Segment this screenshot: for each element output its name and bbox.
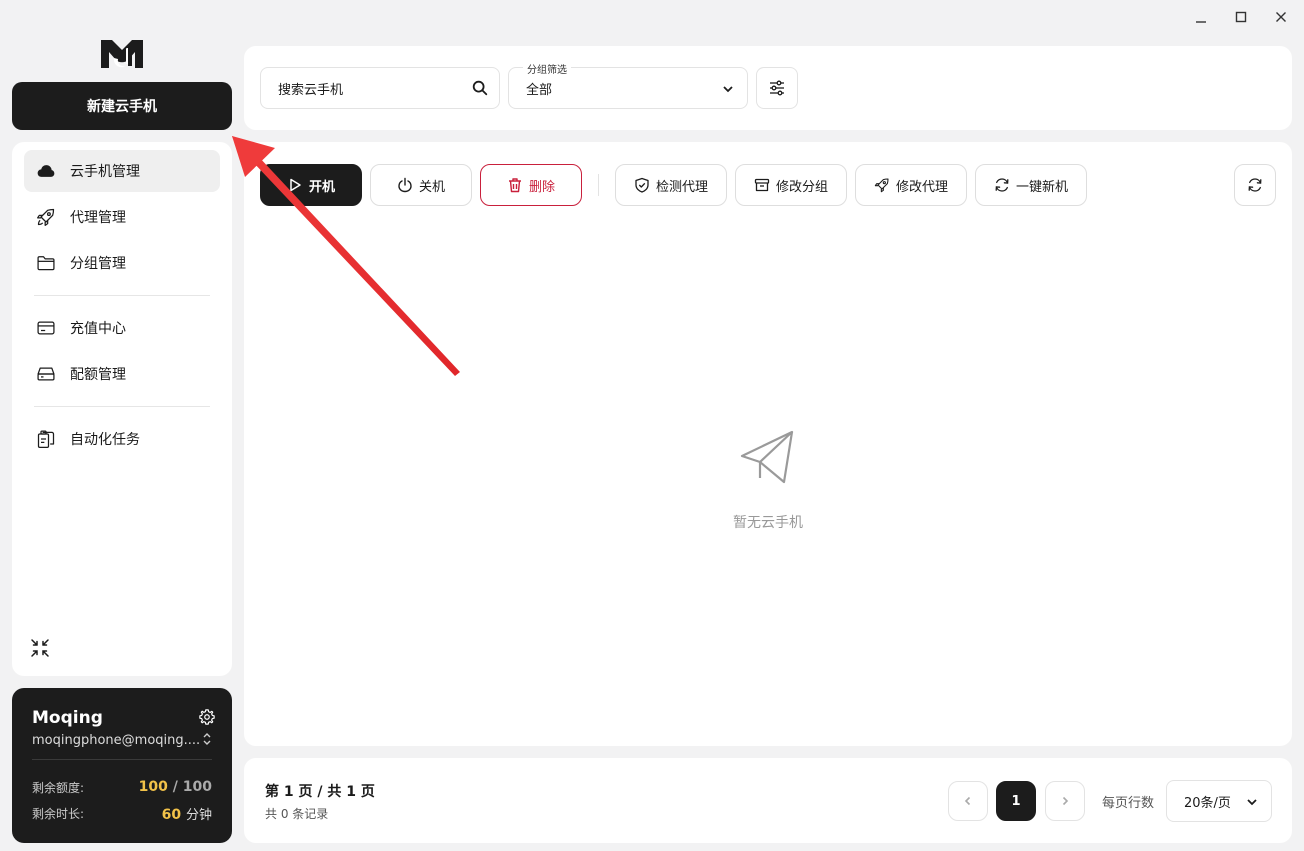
time-label: 剩余时长:	[32, 806, 85, 821]
check-proxy-button[interactable]: 检测代理	[615, 164, 727, 206]
sidebar-item-automation[interactable]: 自动化任务	[24, 418, 220, 460]
search-text: 搜索云手机	[278, 82, 344, 98]
account-name: Moqing	[32, 708, 103, 728]
chevron-left-icon	[964, 796, 971, 806]
delete-label: 删除	[528, 179, 555, 195]
sidebar-item-label: 云手机管理	[70, 164, 140, 180]
start-button[interactable]: 开机	[260, 164, 362, 206]
rows-per-page-label: 每页行数	[1102, 796, 1155, 811]
rocket-icon	[37, 208, 55, 226]
edit-group-label: 修改分组	[775, 179, 828, 195]
shutdown-label: 关机	[418, 179, 445, 195]
sidebar-item-recharge[interactable]: 充值中心	[24, 307, 220, 349]
search-input[interactable]: 搜索云手机	[260, 67, 500, 109]
quota-row: 剩余额度: 100 / 100	[32, 774, 212, 800]
chevron-right-icon	[1062, 796, 1069, 806]
prev-page-button[interactable]	[948, 781, 988, 821]
main-panel: 开机 关机 删除 检测代理 修改分组 修改代理 一键新机 暂无云手机	[244, 142, 1292, 746]
time-row: 剩余时长: 60 分钟	[32, 800, 212, 826]
collapse-sidebar-icon[interactable]	[30, 638, 50, 658]
refresh-button[interactable]	[1234, 164, 1276, 206]
clipboard-icon	[37, 430, 55, 448]
divider	[34, 406, 210, 407]
record-count: 共 0 条记录	[265, 807, 329, 821]
delete-button[interactable]: 删除	[480, 164, 582, 206]
time-unit: 分钟	[185, 807, 212, 823]
close-icon[interactable]	[1272, 8, 1290, 26]
maximize-icon[interactable]	[1232, 8, 1250, 26]
account-switcher[interactable]: moqingphone@moqing....	[32, 732, 212, 749]
one-click-new-label: 一键新机	[1015, 179, 1068, 195]
account-card: Moqing moqingphone@moqing.... 剩余额度: 100 …	[12, 688, 232, 843]
chevron-down-icon	[723, 86, 733, 93]
group-filter-label: 分组筛选	[523, 61, 571, 76]
start-label: 开机	[308, 179, 335, 195]
page-number-button[interactable]: 1	[996, 781, 1036, 821]
rows-per-page-value: 20条/页	[1184, 795, 1231, 811]
window-controls	[1192, 8, 1290, 26]
sidebar-item-quota[interactable]: 配额管理	[24, 353, 220, 395]
group-filter-select[interactable]: 分组筛选 全部	[508, 61, 748, 109]
app-logo	[99, 36, 145, 72]
chevron-up-down-icon	[202, 732, 212, 749]
pagination-bar: 第 1 页 / 共 1 页 共 0 条记录 1 每页行数 20条/页	[244, 758, 1292, 843]
sidebar-item-cloud-phone[interactable]: 云手机管理	[24, 150, 220, 192]
trash-icon	[508, 178, 521, 193]
filter-panel: 搜索云手机 分组筛选 全部	[244, 46, 1292, 130]
advanced-filter-button[interactable]	[756, 67, 798, 109]
paper-plane-icon	[740, 430, 794, 484]
power-icon	[398, 177, 412, 193]
sidebar-item-proxy[interactable]: 代理管理	[24, 196, 220, 238]
quota-separator: /	[167, 779, 183, 795]
sidebar: 云手机管理 代理管理 分组管理 充值中心 配额管理 自动化任务	[12, 142, 232, 676]
next-page-button[interactable]	[1045, 781, 1085, 821]
edit-proxy-button[interactable]: 修改代理	[855, 164, 967, 206]
rows-per-page-select[interactable]: 20条/页	[1166, 780, 1272, 822]
page-info: 第 1 页 / 共 1 页	[265, 784, 375, 800]
shutdown-button[interactable]: 关机	[370, 164, 472, 206]
empty-text: 暂无云手机	[733, 515, 803, 531]
edit-group-button[interactable]: 修改分组	[735, 164, 847, 206]
sidebar-item-label: 配额管理	[70, 367, 126, 383]
refresh-icon	[1248, 178, 1262, 192]
play-icon	[290, 178, 301, 192]
search-icon[interactable]	[471, 79, 489, 97]
settings-gear-icon[interactable]	[198, 708, 216, 726]
new-cloud-phone-button[interactable]: 新建云手机	[12, 82, 232, 130]
folder-icon	[37, 256, 55, 271]
time-remaining: 60	[161, 806, 182, 823]
check-proxy-label: 检测代理	[655, 179, 708, 195]
empty-state: 暂无云手机	[244, 430, 1292, 532]
rocket-icon	[874, 178, 889, 193]
account-email: moqingphone@moqing....	[32, 733, 201, 748]
divider	[32, 759, 212, 760]
server-icon	[37, 367, 55, 381]
sidebar-item-label: 自动化任务	[70, 432, 140, 448]
group-filter-value: 全部	[526, 82, 553, 98]
refresh-icon	[995, 178, 1009, 192]
sliders-icon	[770, 80, 784, 96]
credit-card-icon	[37, 321, 55, 335]
sidebar-item-label: 充值中心	[70, 321, 126, 337]
quota-remaining: 100	[138, 779, 168, 795]
shield-check-icon	[635, 177, 649, 193]
divider	[34, 295, 210, 296]
archive-icon	[754, 178, 770, 192]
sidebar-item-label: 代理管理	[70, 210, 126, 226]
sidebar-item-group[interactable]: 分组管理	[24, 242, 220, 284]
edit-proxy-label: 修改代理	[895, 179, 948, 195]
one-click-new-button[interactable]: 一键新机	[975, 164, 1087, 206]
chevron-down-icon	[1247, 799, 1257, 806]
minimize-icon[interactable]	[1192, 8, 1210, 26]
quota-total: 100	[182, 779, 212, 795]
sidebar-item-label: 分组管理	[70, 256, 126, 272]
cloud-icon	[37, 165, 55, 177]
quota-label: 剩余额度:	[32, 780, 85, 795]
toolbar-divider	[598, 174, 599, 196]
